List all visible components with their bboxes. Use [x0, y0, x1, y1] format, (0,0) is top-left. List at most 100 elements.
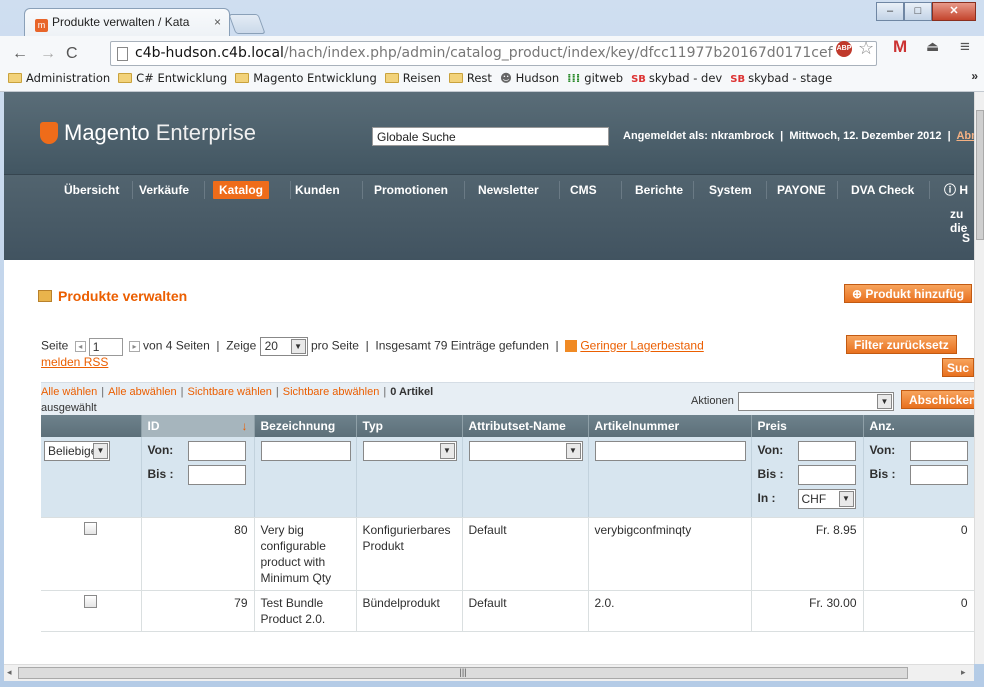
next-page-icon[interactable]: ▸: [129, 341, 141, 352]
logout-link[interactable]: Abme: [956, 130, 974, 142]
col-header-qty[interactable]: Anz.: [863, 415, 974, 437]
row-checkbox[interactable]: [84, 522, 98, 535]
sku-filter-input[interactable]: [594, 441, 746, 461]
id-to-input[interactable]: [187, 465, 246, 485]
bookmark-item[interactable]: Reisen: [384, 71, 441, 85]
vertical-scrollbar[interactable]: [974, 92, 984, 664]
deselect-all-link[interactable]: Alle abwählen: [108, 386, 177, 398]
sb-icon: SB: [730, 74, 746, 85]
name-filter-input[interactable]: [260, 441, 351, 461]
page-icon: [117, 47, 128, 61]
col-header-select: [41, 415, 142, 437]
nav-item-7[interactable]: Berichte: [635, 183, 683, 197]
type-filter-select[interactable]: ▼: [362, 441, 457, 461]
nav-item-8[interactable]: System: [709, 183, 752, 197]
page-number-input[interactable]: 1: [88, 337, 123, 356]
col-header-price[interactable]: Preis: [751, 415, 864, 437]
nav-item-0[interactable]: Übersicht: [64, 183, 119, 197]
global-search-input[interactable]: Globale Suche: [372, 127, 609, 146]
scroll-left-icon[interactable]: ◂: [7, 667, 12, 678]
logo-edition: Enterprise: [155, 120, 257, 145]
nav-item-10[interactable]: DVA Check: [851, 183, 914, 197]
bookmark-item[interactable]: Magento Entwicklung: [235, 71, 377, 85]
maximize-icon[interactable]: □: [904, 2, 932, 21]
close-window-icon[interactable]: ✕: [932, 2, 976, 21]
reset-filter-button[interactable]: Filter zurücksetz: [846, 335, 957, 354]
bookmark-item[interactable]: SB skybad - dev: [631, 71, 722, 85]
nav-item-4[interactable]: Promotionen: [374, 183, 448, 197]
nav-item-9[interactable]: PAYONE: [777, 183, 826, 197]
add-product-button[interactable]: ⊕ Produkt hinzufüg: [844, 284, 973, 303]
massaction-bar: Alle wählen | Alle abwählen | Sichtbare wähl…: [41, 382, 974, 415]
select-filter[interactable]: Beliebige ▼: [44, 441, 110, 461]
bookmark-star-icon[interactable]: ☆: [858, 38, 874, 59]
submit-button[interactable]: Abschicken: [901, 390, 974, 409]
col-header-type[interactable]: Typ: [356, 415, 463, 437]
cell-id: 80: [141, 517, 255, 591]
new-tab-button[interactable]: [228, 14, 266, 34]
attrset-filter-select[interactable]: ▼: [468, 441, 583, 461]
low-stock-rss-link-2[interactable]: melden RSS: [41, 355, 108, 369]
gmail-icon[interactable]: M: [893, 37, 907, 57]
select-visible-link[interactable]: Sichtbare wählen: [187, 386, 271, 398]
search-button[interactable]: Suc: [942, 358, 974, 377]
extension-icon[interactable]: ⏏: [926, 38, 939, 55]
deselect-visible-link[interactable]: Sichtbare abwählen: [283, 386, 380, 398]
per-page-select[interactable]: 20 ▼: [259, 337, 308, 356]
scroll-thumb[interactable]: [976, 110, 984, 240]
bookmark-item[interactable]: ☻ Hudson: [500, 71, 559, 85]
reload-icon[interactable]: C: [66, 45, 78, 63]
nav-separator: [290, 181, 291, 199]
bookmark-item[interactable]: C# Entwicklung: [118, 71, 227, 85]
scroll-right-icon[interactable]: ▸: [961, 667, 966, 678]
adblock-icon[interactable]: ABP: [836, 41, 852, 57]
col-header-sku[interactable]: Artikelnummer: [588, 415, 752, 437]
select-all-link[interactable]: Alle wählen: [41, 386, 97, 398]
help-icon[interactable]: ⓘ H: [944, 181, 968, 198]
qty-to-input[interactable]: [909, 465, 968, 485]
bookmark-item[interactable]: Administration: [8, 71, 110, 85]
table-row[interactable]: 79 Test Bundle Product 2.0. Bündelproduk…: [41, 590, 974, 632]
price-to-input[interactable]: [797, 465, 856, 485]
prev-page-icon[interactable]: ◂: [74, 341, 86, 352]
col-header-id[interactable]: ID ↓: [141, 415, 255, 437]
chrome-menu-icon[interactable]: ≡: [960, 37, 970, 57]
bookmark-item[interactable]: ⁞⁞⁞ gitweb: [567, 71, 623, 85]
folder-icon: [384, 73, 399, 83]
main-nav: ⓘ H zu die S Übersicht Verkäufe Katalog Kun…: [4, 174, 974, 260]
sort-desc-icon: ↓: [241, 419, 248, 433]
forward-icon[interactable]: →: [40, 45, 56, 63]
nav-separator: [464, 181, 465, 199]
currency-select[interactable]: CHF ▼: [797, 489, 856, 509]
id-from-input[interactable]: [187, 441, 246, 461]
horizontal-scrollbar[interactable]: ◂ ||| ▸: [4, 664, 974, 681]
admin-header: Magento Enterprise Globale Suche Angemel…: [4, 92, 974, 174]
col-header-name[interactable]: Bezeichnung: [254, 415, 357, 437]
nav-item-5[interactable]: Newsletter: [478, 183, 539, 197]
magento-logo[interactable]: Magento Enterprise: [40, 120, 256, 146]
nav-item-2[interactable]: Katalog: [213, 181, 270, 199]
bookmarks-more-icon[interactable]: »: [971, 69, 978, 83]
bookmark-item[interactable]: SB skybad - stage: [730, 71, 832, 85]
row-checkbox[interactable]: [84, 595, 98, 608]
cell-id: 79: [141, 590, 255, 632]
table-row[interactable]: 80 Very big configurable product with Mi…: [41, 517, 974, 591]
hudson-icon: ☻: [499, 71, 516, 85]
address-bar[interactable]: c4b-hudson.c4b.local/hach/index.php/admi…: [110, 41, 877, 66]
back-icon[interactable]: ←: [12, 45, 28, 63]
nav-separator: [132, 181, 133, 199]
col-header-attrset[interactable]: Attributset-Name: [462, 415, 589, 437]
low-stock-rss-link[interactable]: Geringer Lagerbestand: [580, 339, 703, 353]
minimize-icon[interactable]: –: [876, 2, 904, 21]
bookmark-item[interactable]: Rest: [448, 71, 492, 85]
nav-item-6[interactable]: CMS: [570, 183, 597, 197]
url-host: c4b-hudson.c4b.local: [135, 45, 284, 61]
actions-select[interactable]: ▼: [738, 392, 894, 411]
price-from-input[interactable]: [797, 441, 856, 461]
scroll-thumb-horizontal[interactable]: |||: [18, 667, 908, 679]
nav-item-3[interactable]: Kunden: [295, 183, 340, 197]
nav-item-1[interactable]: Verkäufe: [139, 183, 189, 197]
tab-close-icon[interactable]: ×: [214, 15, 221, 29]
browser-tab-active[interactable]: m Produkte verwalten / Kata ×: [24, 8, 230, 36]
qty-from-input[interactable]: [909, 441, 968, 461]
